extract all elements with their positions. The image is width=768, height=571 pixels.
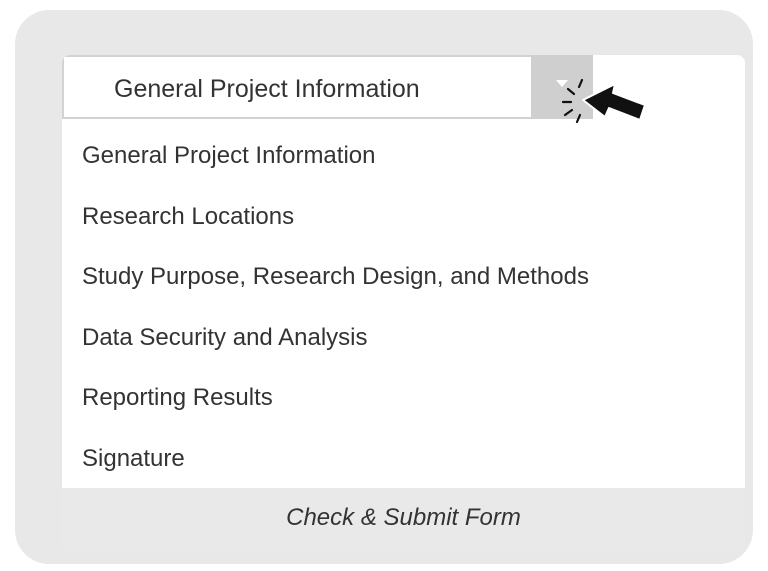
section-select-value: General Project Information xyxy=(114,75,420,103)
click-burst-icon xyxy=(561,78,584,124)
menu-item-reporting-results[interactable]: Reporting Results xyxy=(62,368,745,429)
mouse-pointer-click-icon xyxy=(561,78,646,124)
section-select[interactable]: General Project Information xyxy=(62,55,593,119)
menu-item-study-purpose[interactable]: Study Purpose, Research Design, and Meth… xyxy=(62,247,745,308)
section-menu: General Project Information Research Loc… xyxy=(62,126,745,489)
menu-item-research-locations[interactable]: Research Locations xyxy=(62,187,745,248)
menu-item-signature[interactable]: Signature xyxy=(62,429,745,490)
arrow-cursor-icon xyxy=(582,83,646,121)
check-submit-button[interactable]: Check & Submit Form xyxy=(62,488,745,550)
menu-item-data-security[interactable]: Data Security and Analysis xyxy=(62,308,745,369)
